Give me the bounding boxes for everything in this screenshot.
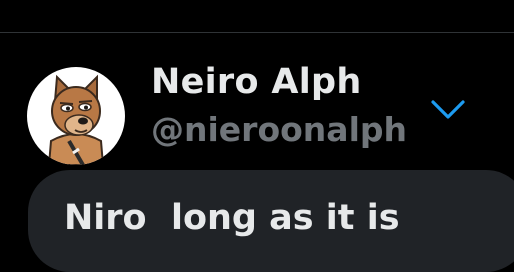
top-divider	[0, 32, 514, 33]
display-name[interactable]: Neiro Alph	[151, 62, 362, 102]
chevron-down-icon	[431, 100, 465, 119]
dog-avatar-icon	[47, 74, 105, 165]
user-handle[interactable]: @nieroonalph	[151, 110, 407, 149]
avatar[interactable]	[27, 67, 125, 165]
message-text: Niro long as it is	[64, 198, 400, 238]
more-options-button[interactable]	[426, 92, 470, 128]
